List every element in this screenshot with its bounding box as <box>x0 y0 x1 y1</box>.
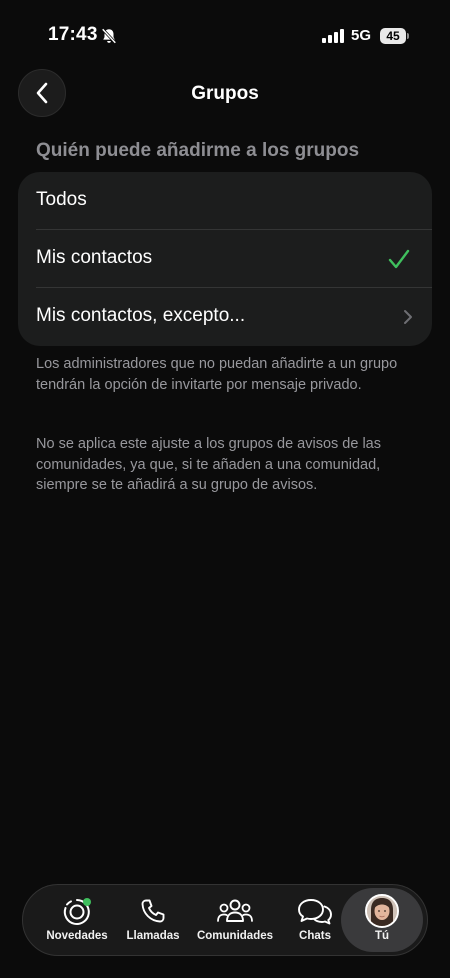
signal-icon <box>322 29 344 43</box>
section-header: Quién puede añadirme a los grupos <box>36 140 360 161</box>
tab-label: Comunidades <box>196 930 274 942</box>
option-mis-contactos[interactable]: Mis contactos <box>18 230 432 288</box>
page-title: Grupos <box>191 83 259 104</box>
communities-icon <box>217 899 253 922</box>
tab-label: Tú <box>374 930 390 942</box>
status-time: 17:43 <box>48 24 98 45</box>
option-label: Mis contactos <box>36 247 153 268</box>
network-type: 5G <box>351 27 372 44</box>
tab-label: Llamadas <box>126 930 180 942</box>
tab-llamadas[interactable]: Llamadas <box>117 885 189 955</box>
option-label: Todos <box>36 189 87 210</box>
avatar <box>365 894 399 928</box>
tab-novedades[interactable]: Novedades <box>37 885 117 955</box>
option-todos[interactable]: Todos <box>18 172 432 230</box>
options-card: Todos Mis contactos Mis contactos, excep… <box>18 172 432 346</box>
battery-tip <box>407 33 409 39</box>
tab-label: Chats <box>299 930 331 942</box>
bell-off-icon <box>101 28 117 44</box>
footnote-admins: Los administradores que no puedan añadir… <box>36 356 398 393</box>
battery-level: 45 <box>380 28 406 44</box>
tab-label: Novedades <box>46 930 108 942</box>
status-icon <box>63 898 91 925</box>
tab-chats[interactable]: Chats <box>281 885 349 955</box>
phone-icon <box>141 899 165 923</box>
avatar-face-icon <box>367 896 397 926</box>
option-label: Mis contactos, excepto... <box>36 305 246 326</box>
footnote-communities: No se aplica este ajuste a los grupos de… <box>36 436 381 493</box>
option-mis-contactos-excepto[interactable]: Mis contactos, excepto... <box>18 288 432 346</box>
chevron-right-icon <box>404 310 412 324</box>
chats-icon <box>298 899 332 925</box>
tab-tu[interactable]: Tú <box>341 888 423 952</box>
status-bar: 17:43 5G 45 <box>0 0 450 70</box>
checkmark-icon <box>388 249 410 269</box>
tab-comunidades[interactable]: Comunidades <box>189 885 281 955</box>
tab-bar: Novedades Llamadas Comunidades Chats Tú <box>22 884 428 956</box>
